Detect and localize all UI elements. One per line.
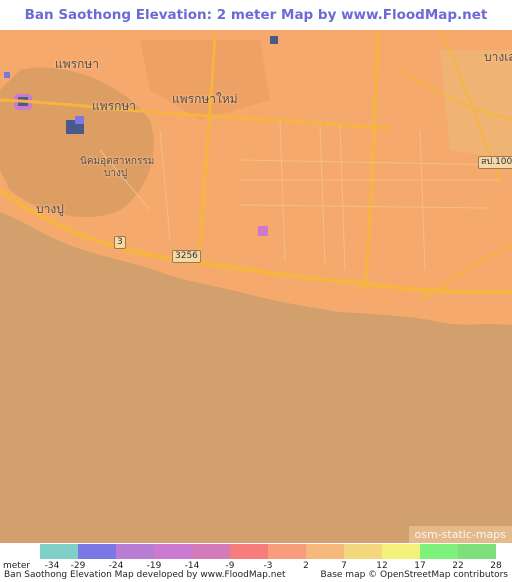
place-label: บางเส — [484, 50, 512, 64]
osm-static-maps-badge: osm-static-maps — [408, 526, 512, 543]
low-spot — [75, 116, 84, 124]
footer-credit: Ban Saothong Elevation Map developed by … — [4, 570, 286, 580]
legend-swatch — [268, 544, 306, 559]
low-spot — [258, 226, 268, 236]
legend-swatch — [344, 544, 382, 559]
road-shield: 3 — [114, 236, 126, 249]
footer-attribution: Base map © OpenStreetMap contributors — [320, 570, 508, 580]
road-shield: 3256 — [172, 250, 201, 263]
place-label: แพรกษา — [55, 57, 100, 71]
legend-swatch — [382, 544, 420, 559]
map-canvas — [0, 30, 512, 325]
road-shield: สป.1006 — [478, 156, 512, 169]
legend-swatch — [192, 544, 230, 559]
map-title: Ban Saothong Elevation: 2 meter Map by w… — [24, 7, 488, 53]
legend-swatch — [230, 544, 268, 559]
place-label: แพรกษาใหม่ — [172, 92, 238, 106]
legend-swatch — [306, 544, 344, 559]
place-label: แพรกษา — [92, 99, 137, 113]
legend-swatch — [458, 544, 496, 559]
place-label: บางปู — [36, 202, 64, 216]
low-spot — [270, 36, 278, 44]
legend-swatch — [40, 544, 78, 559]
low-spot — [4, 72, 10, 78]
legend-tick: 2 — [303, 561, 309, 571]
elevation-map[interactable]: แพรกษา แพรกษา แพรกษาใหม่ บางปู บางเส นิค… — [0, 30, 512, 543]
legend-swatch — [420, 544, 458, 559]
legend-swatch — [78, 544, 116, 559]
place-label: บางปู — [104, 168, 128, 179]
legend-swatch — [154, 544, 192, 559]
legend-swatch — [116, 544, 154, 559]
